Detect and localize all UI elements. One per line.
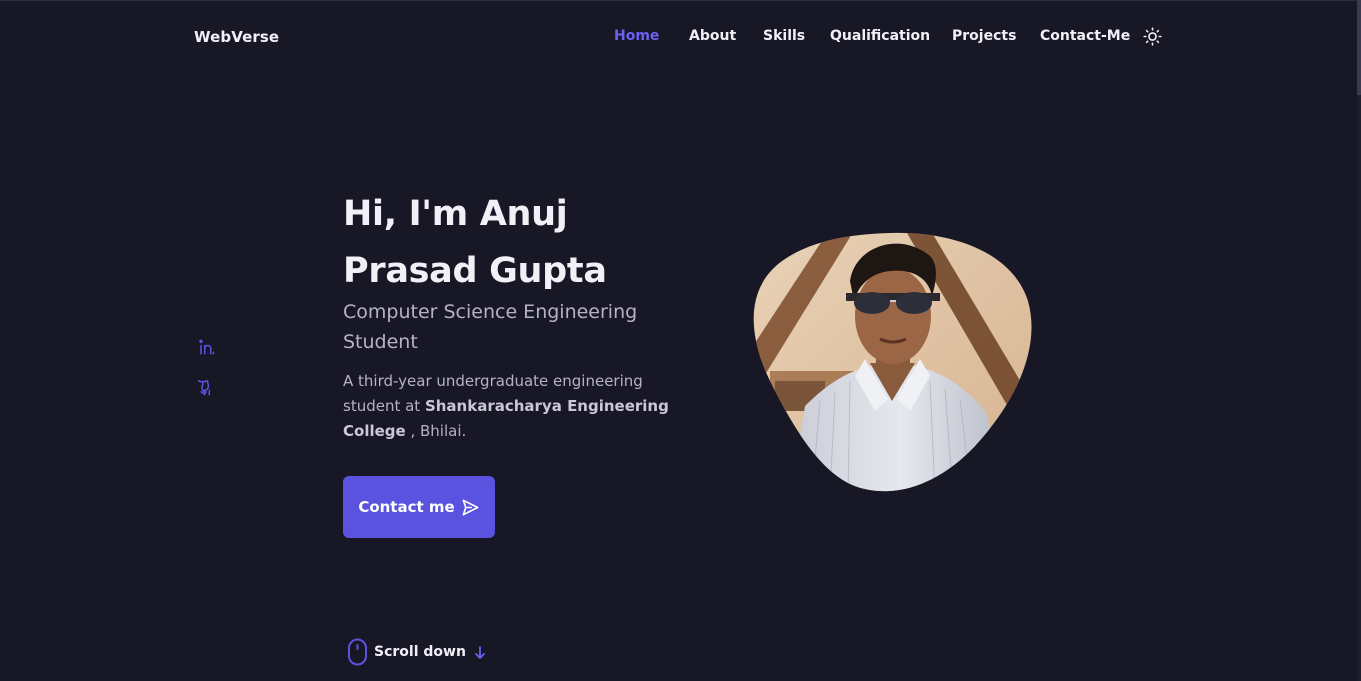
scrollbar-thumb[interactable] [1357,0,1361,95]
sun-icon[interactable] [1143,27,1162,46]
arrow-down-icon [474,645,486,659]
contact-me-label: Contact me [358,498,455,516]
top-border [0,0,1361,1]
hero-description: A third-year undergraduate engineering s… [343,369,688,444]
page-scrollbar[interactable] [1357,0,1361,681]
send-icon [461,498,480,517]
nav-skills[interactable]: Skills [763,28,805,44]
desc-suffix: , Bhilai. [405,422,467,440]
hero-subtitle: Computer Science Engineering Student [343,301,638,353]
hero-title-line2: Prasad Gupta [343,251,607,291]
linkedin-icon[interactable] [198,338,216,356]
nav-home[interactable]: Home [614,28,659,44]
nav-contact-me[interactable]: Contact-Me [1040,28,1130,44]
mouse-icon [347,638,368,666]
hero-title-line1: Hi, I'm Anuj [343,194,568,234]
contact-me-button[interactable]: Contact me [343,476,495,538]
scroll-down-label: Scroll down [374,644,466,660]
hero-title: Hi, I'm Anuj Prasad Gupta [343,186,673,300]
github-icon[interactable] [197,379,216,397]
page: WebVerse Home About Skills Qualification… [0,0,1361,681]
nav-projects[interactable]: Projects [952,28,1016,44]
nav-about[interactable]: About [689,28,736,44]
nav-qualification[interactable]: Qualification [830,28,930,44]
scroll-down-link[interactable]: Scroll down [347,638,486,666]
brand-logo[interactable]: WebVerse [194,28,279,46]
profile-avatar [750,231,1032,494]
